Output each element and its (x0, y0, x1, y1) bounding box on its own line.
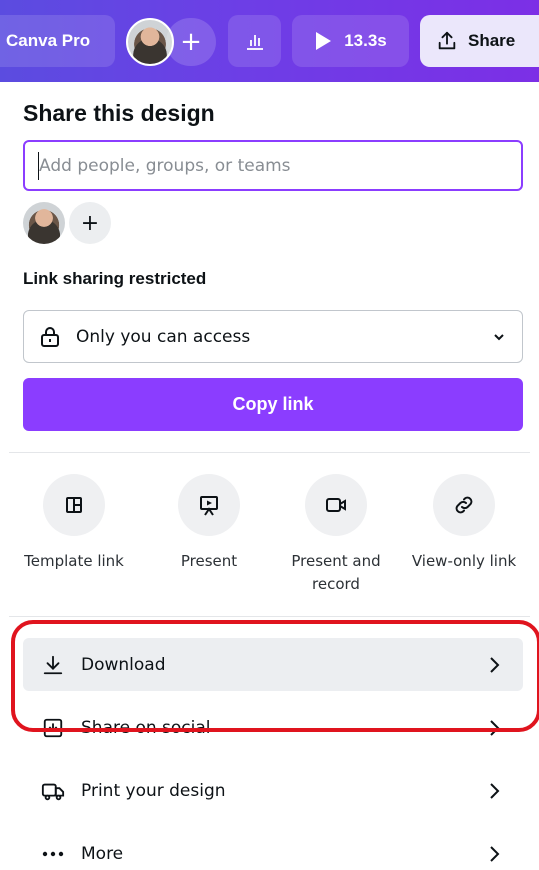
chevron-right-icon (490, 719, 500, 736)
canva-pro-button[interactable]: Canva Pro (0, 15, 115, 67)
chevron-right-icon (490, 656, 500, 673)
share-on-social-option[interactable]: Share on social (23, 701, 523, 754)
add-people-input[interactable] (23, 140, 523, 191)
template-link-label: Template link (24, 552, 124, 570)
download-label: Download (81, 654, 166, 675)
top-bar: Canva Pro + 13.3s Share (0, 0, 539, 82)
add-collaborator-button[interactable]: + (166, 18, 216, 66)
member-avatar[interactable] (23, 202, 65, 244)
chevron-right-icon (490, 782, 500, 799)
view-only-link-label: View-only link (411, 552, 517, 570)
link-sharing-label: Link sharing restricted (23, 269, 207, 288)
video-camera-icon (326, 498, 346, 512)
template-icon (66, 497, 82, 513)
chevron-right-icon (490, 845, 500, 862)
panel-title: Share this design (23, 100, 215, 126)
print-design-option[interactable]: Print your design (23, 764, 523, 817)
present-and-record-action[interactable]: Present and record (271, 474, 401, 596)
link-icon (455, 496, 473, 514)
present-button[interactable]: 13.3s (292, 15, 409, 67)
present-action[interactable]: Present (144, 474, 274, 573)
insights-button[interactable] (228, 15, 281, 67)
print-design-label: Print your design (81, 780, 226, 801)
present-and-record-label: Present and record (291, 552, 381, 593)
view-only-link-action[interactable]: View-only link (399, 474, 529, 573)
copy-link-button[interactable]: Copy link (23, 378, 523, 431)
divider (9, 616, 530, 617)
divider (9, 452, 530, 453)
truck-icon (41, 779, 65, 803)
access-dropdown[interactable]: Only you can access (23, 310, 523, 363)
present-label: Present (180, 552, 238, 570)
more-option[interactable]: More (23, 827, 523, 870)
plus-icon: + (80, 210, 100, 236)
more-label: More (81, 843, 124, 864)
chevron-down-icon (494, 333, 504, 340)
download-icon (41, 653, 65, 677)
upload-icon (438, 31, 456, 50)
present-time: 13.3s (344, 31, 387, 50)
download-option[interactable]: Download (23, 638, 523, 691)
plus-icon: + (180, 27, 202, 57)
share-button[interactable]: Share (420, 15, 539, 67)
access-value: Only you can access (76, 326, 251, 347)
presentation-icon (200, 496, 218, 516)
text-cursor (38, 152, 39, 180)
add-member-button[interactable]: + (69, 202, 111, 244)
share-social-icon (41, 716, 65, 740)
share-on-social-label: Share on social (81, 717, 211, 738)
lock-icon (41, 326, 59, 347)
more-icon (41, 842, 65, 866)
share-label: Share (468, 31, 516, 50)
play-icon (316, 32, 332, 50)
template-link-action[interactable]: Template link (9, 474, 139, 573)
bar-chart-icon (246, 35, 263, 50)
